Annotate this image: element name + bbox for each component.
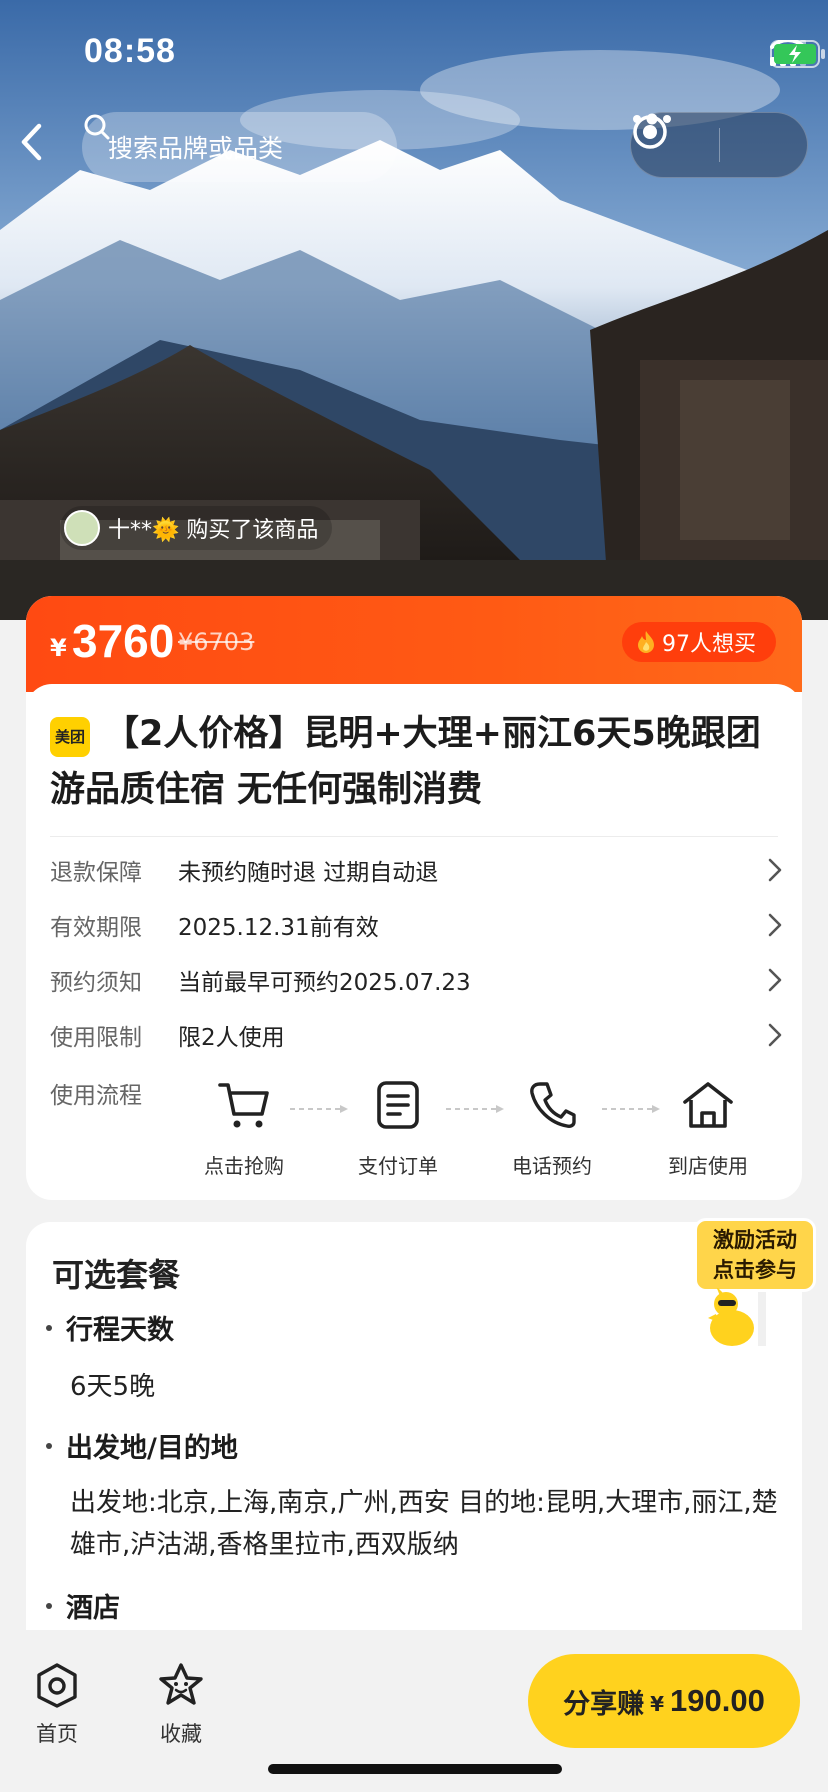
cart-icon (218, 1083, 269, 1128)
share-amount: 190.00 (670, 1683, 765, 1718)
info-label: 使用限制 (50, 1025, 142, 1051)
close-miniprogram-button[interactable] (633, 113, 808, 177)
step-label: 电话预约 (512, 1154, 592, 1178)
option-heading-route: 出发地/目的地 (46, 1426, 238, 1465)
home-icon (683, 1082, 733, 1128)
search-placeholder: 搜索品牌或品类 (108, 134, 284, 163)
option-body-days: 6天5晚 (70, 1372, 156, 1402)
process-label: 使用流程 (50, 1083, 142, 1109)
step-buy: 点击抢购 (184, 1074, 304, 1179)
product-title-block: 美团 【2人价格】昆明+大理+丽江6天5晚跟团游品质住宿 无任何强制消费 (50, 706, 780, 818)
star-icon (159, 1663, 203, 1705)
info-label: 有效期限 (50, 915, 142, 941)
product-card: ¥ 3760 ¥6703 97人想买 美团 【2人价格】昆明+大理+丽江6天5晚跟… (26, 596, 802, 1200)
tab-favorite[interactable]: 收藏 (136, 1660, 226, 1748)
info-label: 退款保障 (50, 860, 142, 886)
step-label: 到店使用 (668, 1154, 748, 1178)
options-title: 可选套餐 (52, 1256, 181, 1294)
title-divider (50, 836, 778, 837)
promo-line-2: 点击参与 (713, 1258, 797, 1282)
option-heading-text: 出发地/目的地 (66, 1433, 238, 1464)
step-store: 到店使用 (648, 1074, 768, 1179)
option-body-route: 出发地:北京,上海,南京,广州,西安 目的地:昆明,大理市,丽江,楚雄市,泸沽湖… (70, 1488, 778, 1560)
price-currency: ¥ (50, 634, 67, 662)
search-icon (84, 114, 110, 140)
status-bar: 08:58 (0, 0, 828, 100)
buyer-avatar (64, 510, 100, 546)
package-options-card: 可选套餐 行程天数 6天5晚 出发地/目的地 出发地:北京,上海,南京,广州,西… (26, 1222, 802, 1642)
info-row-validity[interactable]: 有效期限 2025.12.31前有效 (50, 901, 790, 949)
status-time: 08:58 (84, 32, 176, 70)
info-row-refund[interactable]: 退款保障 未预约随时退 过期自动退 (50, 846, 790, 894)
step-pay: 支付订单 (338, 1074, 458, 1179)
buyer-ticker: 十**🌞 购买了该商品 (60, 506, 333, 550)
tab-label: 首页 (36, 1722, 78, 1746)
meituan-badge: 美团 (50, 716, 90, 757)
home-indicator (268, 1764, 562, 1774)
promo-line-1: 激励活动 (713, 1228, 797, 1252)
product-detail-page: 08:58 搜索品牌或品类 十**🌞 购买了该商品 ¥ 3760 ¥6703 9… (0, 0, 828, 1792)
bullet (46, 1324, 52, 1331)
bullet (46, 1602, 52, 1609)
share-label: 分享赚 (563, 1688, 645, 1720)
current-price: 3760 (72, 615, 175, 667)
target-icon (633, 115, 667, 149)
step-label: 支付订单 (358, 1154, 438, 1178)
info-value: 限2人使用 (178, 1025, 285, 1051)
share-currency: ¥ (650, 1692, 665, 1716)
option-heading-text: 行程天数 (66, 1315, 174, 1346)
search-input[interactable]: 搜索品牌或品类 (82, 112, 397, 182)
battery-icon (770, 40, 825, 68)
chevron-right-icon (760, 857, 790, 883)
mascot-icon (708, 1288, 766, 1346)
bullet (46, 1442, 52, 1449)
option-heading-days: 行程天数 (46, 1308, 174, 1347)
back-button[interactable] (18, 122, 62, 172)
info-value: 当前最早可预约2025.07.23 (178, 970, 471, 996)
hero-image: 08:58 搜索品牌或品类 十**🌞 购买了该商品 (0, 0, 828, 620)
info-value: 未预约随时退 过期自动退 (178, 860, 439, 886)
home-tab-icon (37, 1663, 77, 1708)
promo-box: 激励活动 点击参与 (694, 1218, 816, 1292)
price-bar: ¥ 3760 ¥6703 97人想买 (26, 596, 802, 692)
step-phone: 电话预约 (492, 1074, 612, 1179)
info-row-limit[interactable]: 使用限制 限2人使用 (50, 1011, 790, 1059)
miniprogram-capsule (630, 112, 808, 178)
info-row-booking[interactable]: 预约须知 当前最早可预约2025.07.23 (50, 956, 790, 1004)
chevron-right-icon (760, 912, 790, 938)
tab-home[interactable]: 首页 (12, 1660, 102, 1748)
chevron-left-icon (21, 123, 42, 161)
share-earn-button[interactable]: 分享赚 ¥ 190.00 (528, 1654, 800, 1748)
option-heading-text: 酒店 (66, 1593, 120, 1624)
info-value: 2025.12.31前有效 (178, 915, 379, 941)
product-title: 【2人价格】昆明+大理+丽江6天5晚跟团游品质住宿 无任何强制消费 (50, 714, 761, 810)
want-count-text: 97人想买 (662, 632, 756, 657)
promo-activity-button[interactable]: 激励活动 点击参与 (694, 1218, 818, 1346)
option-heading-hotel: 酒店 (46, 1586, 120, 1625)
buyer-ticker-text: 十**🌞 购买了该商品 (108, 518, 319, 543)
chevron-right-icon (760, 967, 790, 993)
original-price: ¥6703 (178, 628, 255, 656)
want-count-badge: 97人想买 (622, 622, 776, 662)
bottom-bar: 首页 收藏 分享赚 ¥ 190.00 (0, 1630, 828, 1792)
step-label: 点击抢购 (204, 1154, 284, 1178)
phone-icon (530, 1082, 576, 1128)
chevron-right-icon (760, 1022, 790, 1048)
tab-label: 收藏 (160, 1722, 202, 1746)
info-label: 预约须知 (50, 970, 142, 996)
document-icon (377, 1081, 419, 1129)
flame-icon (638, 631, 654, 653)
